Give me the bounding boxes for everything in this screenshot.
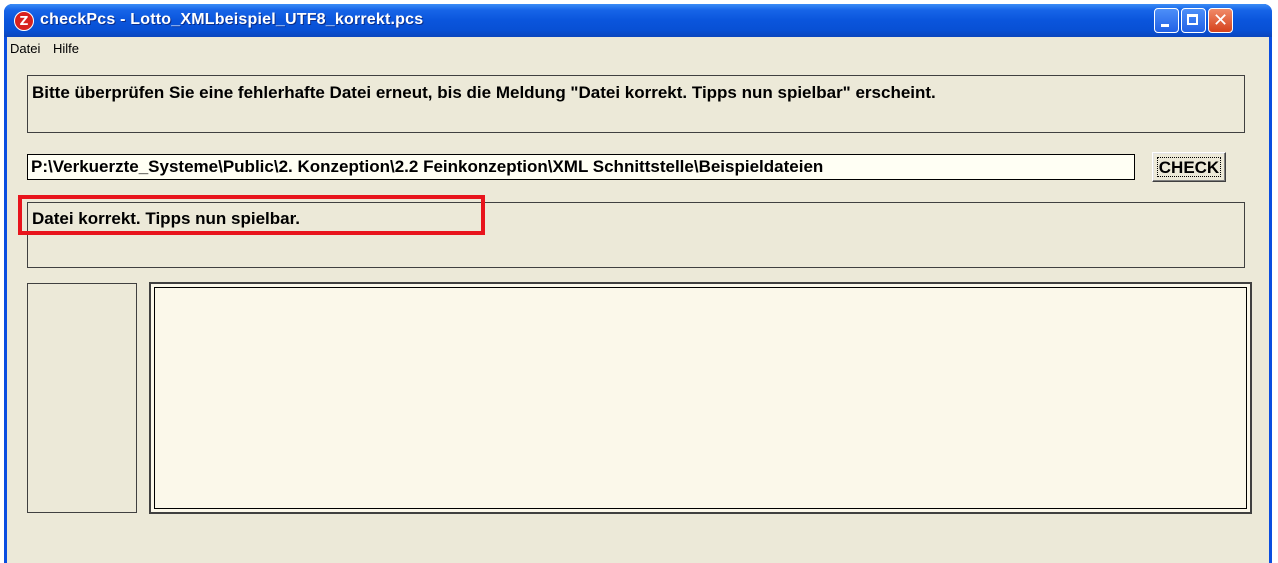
menu-hilfe[interactable]: Hilfe [53,41,79,56]
info-text: Bitte überprüfen Sie eine fehlerhafte Da… [32,83,936,102]
minimize-button[interactable] [1154,8,1179,33]
client-area: Datei Hilfe Bitte überprüfen Sie eine fe… [7,37,1269,563]
minimize-icon [1161,24,1169,27]
output-text-area[interactable] [154,287,1247,509]
check-button[interactable]: CHECK [1152,152,1226,182]
menu-datei[interactable]: Datei [10,41,40,56]
highlight-annotation [18,195,485,235]
info-panel: Bitte überprüfen Sie eine fehlerhafte Da… [27,75,1245,133]
main-content: Bitte überprüfen Sie eine fehlerhafte Da… [7,61,1269,563]
close-button[interactable]: ✕ [1208,8,1233,33]
close-icon: ✕ [1212,10,1229,31]
app-window: Z checkPcs - Lotto_XMLbeispiel_UTF8_korr… [4,4,1272,563]
check-button-label: CHECK [1157,157,1221,177]
maximize-icon [1187,14,1198,25]
app-logo-icon[interactable]: Z [14,11,34,31]
window-title: checkPcs - Lotto_XMLbeispiel_UTF8_korrek… [40,11,424,28]
file-path-input[interactable]: P:\Verkuerzte_Systeme\Public\2. Konzepti… [27,154,1135,180]
output-panel[interactable] [149,282,1252,514]
line-number-panel [27,283,137,513]
title-bar[interactable]: Z checkPcs - Lotto_XMLbeispiel_UTF8_korr… [4,4,1272,37]
maximize-button[interactable] [1181,8,1206,33]
menu-bar: Datei Hilfe [7,37,1269,61]
